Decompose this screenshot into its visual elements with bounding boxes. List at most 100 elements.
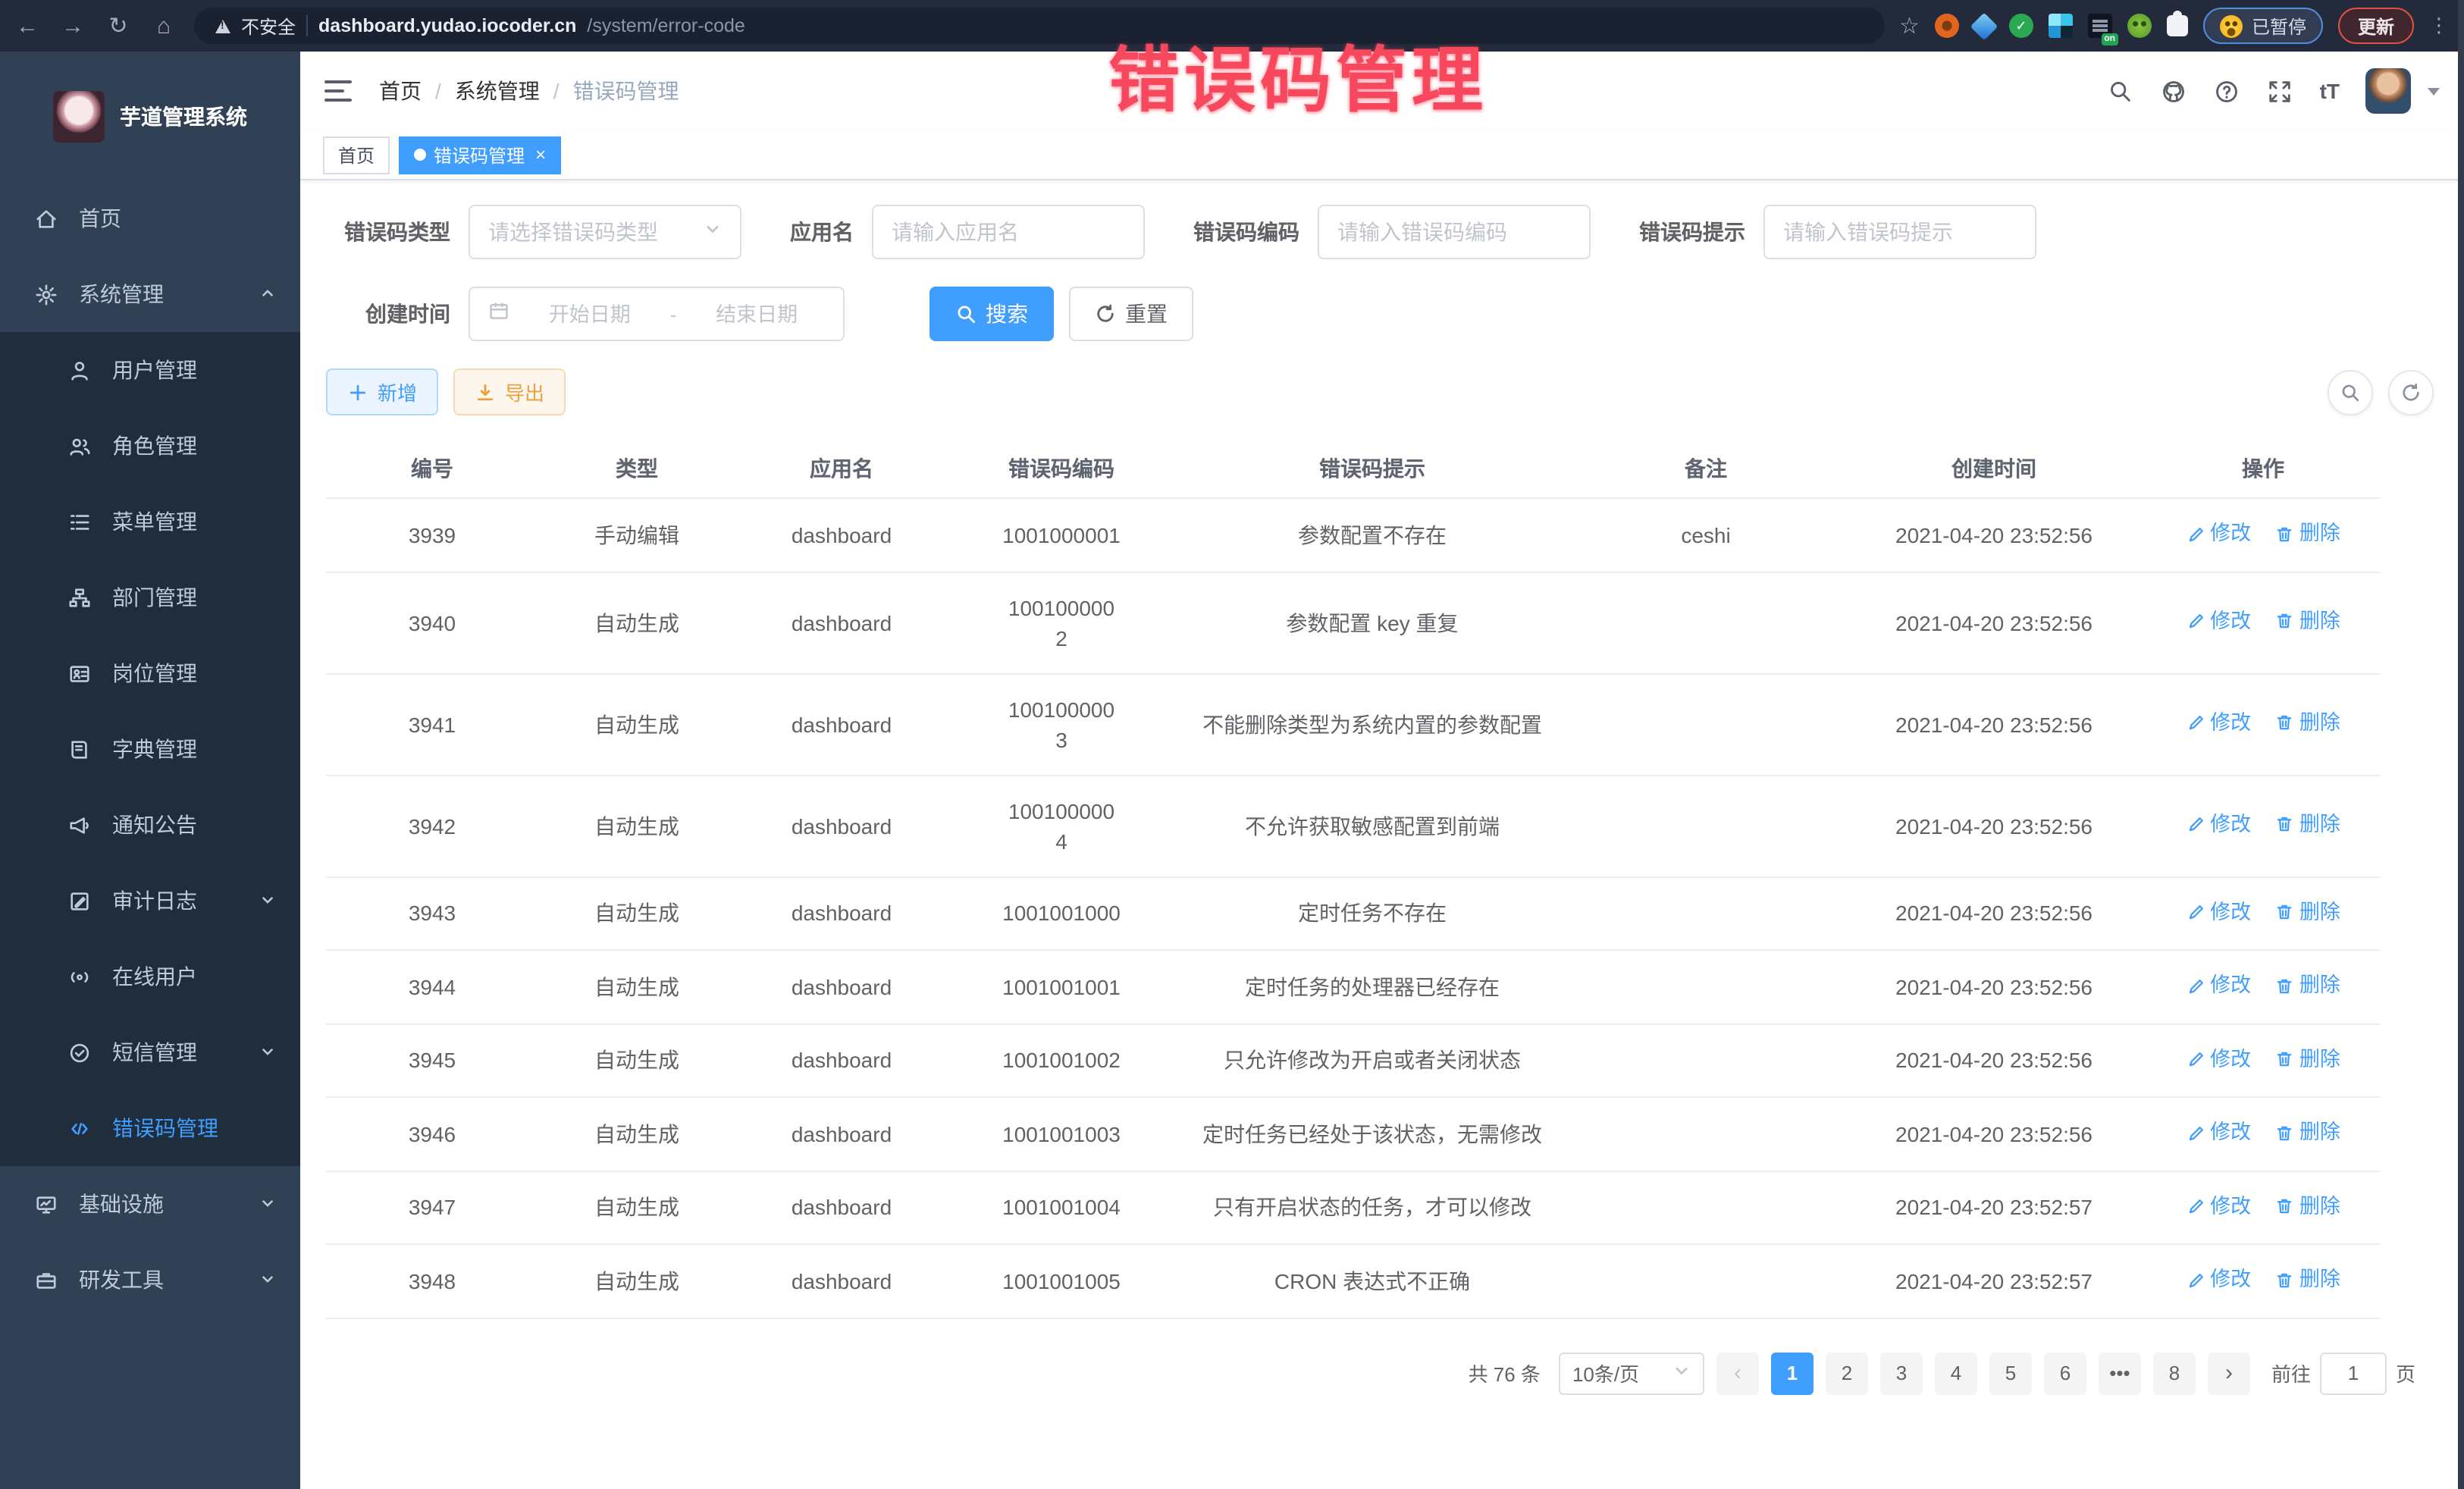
tag-error-code[interactable]: 错误码管理 × [399, 136, 561, 174]
delete-button[interactable]: 删除 [2275, 519, 2340, 549]
end-date-input[interactable] [688, 303, 825, 325]
url-bar[interactable]: 不安全 dashboard.yudao.iocoder.cn /system/e… [194, 8, 1884, 44]
tag-home[interactable]: 首页 [323, 136, 390, 174]
error-code-input[interactable] [1337, 220, 1571, 244]
sidebar-item-dept-mgmt[interactable]: 部门管理 [0, 560, 300, 635]
search-button[interactable]: 搜索 [929, 287, 1054, 341]
edit-button[interactable]: 修改 [2186, 810, 2251, 840]
close-icon[interactable]: × [535, 144, 546, 165]
extension-switch-icon[interactable]: on [2088, 14, 2112, 38]
menu-list-icon [67, 509, 91, 534]
font-size-control[interactable]: tT [2320, 79, 2340, 103]
sidebar-item-infrastructure[interactable]: 基础设施 [0, 1166, 300, 1242]
app-name-input[interactable] [892, 220, 1125, 244]
avatar-caret-icon[interactable] [2428, 87, 2440, 95]
page-button-8[interactable]: 8 [2153, 1352, 2196, 1394]
page-button-1[interactable]: 1 [1771, 1352, 1814, 1394]
page-button-3[interactable]: 3 [1880, 1352, 1923, 1394]
delete-button[interactable]: 删除 [2275, 1191, 2340, 1221]
toggle-search-button[interactable] [2328, 369, 2373, 415]
cell-actions: 修改 删除 [2146, 1171, 2381, 1243]
page-button-2[interactable]: 2 [1826, 1352, 1868, 1394]
export-button[interactable]: 导出 [453, 368, 566, 415]
error-hint-input[interactable] [1783, 220, 2017, 244]
extension-green-check-icon[interactable]: ✓ [2009, 14, 2033, 38]
page-ellipsis[interactable]: ••• [2099, 1352, 2141, 1394]
cell-type: 自动生成 [538, 588, 735, 657]
sidebar-item-sms-mgmt[interactable]: 短信管理 [0, 1014, 300, 1090]
page-button-4[interactable]: 4 [1935, 1352, 1977, 1394]
browser-back-icon[interactable]: ← [12, 13, 42, 39]
sidebar-item-role-mgmt[interactable]: 角色管理 [0, 408, 300, 484]
date-range-picker[interactable]: - [469, 287, 845, 341]
browser-forward-icon[interactable]: → [58, 13, 88, 39]
next-page-button[interactable]: › [2208, 1352, 2250, 1394]
edit-button[interactable]: 修改 [2186, 708, 2251, 738]
search-icon[interactable] [2108, 77, 2135, 105]
active-tag-dot [414, 149, 426, 161]
browser-reload-icon[interactable]: ↻ [103, 12, 133, 39]
start-date-input[interactable] [522, 303, 658, 325]
breadcrumb-home[interactable]: 首页 [379, 76, 422, 106]
sidebar-item-dict-mgmt[interactable]: 字典管理 [0, 711, 300, 787]
sidebar-item-dev-tools[interactable]: 研发工具 [0, 1242, 300, 1318]
reset-button[interactable]: 重置 [1069, 287, 1193, 341]
edit-button[interactable]: 修改 [2186, 607, 2251, 637]
page-button-5[interactable]: 5 [1989, 1352, 2032, 1394]
page-button-6[interactable]: 6 [2044, 1352, 2086, 1394]
edit-button[interactable]: 修改 [2186, 1191, 2251, 1221]
edit-button[interactable]: 修改 [2186, 1265, 2251, 1295]
delete-button[interactable]: 删除 [2275, 607, 2340, 637]
edit-button[interactable]: 修改 [2186, 897, 2251, 927]
extension-grid-icon[interactable] [2049, 14, 2073, 38]
sidebar-item-notice[interactable]: 通知公告 [0, 787, 300, 863]
sidebar-item-audit-log[interactable]: 审计日志 [0, 863, 300, 939]
sidebar-item-home[interactable]: 首页 [0, 180, 300, 256]
help-icon[interactable] [2214, 77, 2241, 105]
delete-button[interactable]: 删除 [2275, 1118, 2340, 1148]
delete-button[interactable]: 删除 [2275, 970, 2340, 1001]
sidebar-item-user-mgmt[interactable]: 用户管理 [0, 332, 300, 408]
delete-button[interactable]: 删除 [2275, 1265, 2340, 1295]
delete-button[interactable]: 删除 [2275, 708, 2340, 738]
avatar[interactable] [2365, 68, 2411, 114]
fullscreen-icon[interactable] [2267, 77, 2294, 105]
sidebar-item-online-user[interactable]: 在线用户 [0, 939, 300, 1014]
sidebar-item-system[interactable]: 系统管理 [0, 256, 300, 332]
edit-button[interactable]: 修改 [2186, 1044, 2251, 1074]
extension-orange-icon[interactable] [1935, 14, 1959, 38]
sidebar-item-post-mgmt[interactable]: 岗位管理 [0, 635, 300, 711]
sidebar-logo[interactable]: 芋道管理系统 [0, 52, 300, 180]
goto-page-input[interactable] [2320, 1352, 2387, 1394]
browser-home-icon[interactable]: ⌂ [149, 13, 179, 39]
add-button[interactable]: 新增 [326, 368, 438, 415]
github-icon[interactable] [2161, 77, 2188, 105]
extensions-puzzle-icon[interactable] [2167, 15, 2188, 36]
edit-button[interactable]: 修改 [2186, 519, 2251, 549]
prev-page-button[interactable]: ‹ [1716, 1352, 1759, 1394]
browser-scrollbar[interactable] [2458, 0, 2464, 1489]
table-header: 编号 类型 应用名 错误码编码 错误码提示 备注 创建时间 操作 [326, 440, 2381, 499]
delete-button[interactable]: 删除 [2275, 897, 2340, 927]
cell-app: dashboard [735, 1026, 948, 1096]
refresh-button[interactable] [2388, 369, 2434, 415]
error-type-select[interactable]: 请选择错误码类型 [469, 205, 741, 259]
browser-menu-icon[interactable]: ⋮ [2429, 14, 2449, 38]
bookmark-star-icon[interactable]: ☆ [1899, 12, 1920, 39]
cell-time: 2021-04-20 23:52:57 [1842, 1246, 2146, 1316]
extension-frog-icon[interactable] [2127, 14, 2152, 38]
edit-button[interactable]: 修改 [2186, 1118, 2251, 1148]
page-size-select[interactable]: 10条/页 [1559, 1352, 1704, 1394]
delete-button[interactable]: 删除 [2275, 1044, 2340, 1074]
breadcrumb-system[interactable]: 系统管理 [455, 76, 540, 106]
edit-button[interactable]: 修改 [2186, 970, 2251, 1001]
toolbar-right-icons [2328, 369, 2434, 415]
extension-paused-badge[interactable]: 已暂停 [2203, 8, 2323, 44]
cell-app: dashboard [735, 1099, 948, 1169]
sidebar-item-menu-mgmt[interactable]: 菜单管理 [0, 484, 300, 560]
browser-update-button[interactable]: 更新 [2338, 8, 2414, 44]
delete-button[interactable]: 删除 [2275, 810, 2340, 840]
hamburger-icon[interactable] [324, 80, 352, 102]
sidebar-item-error-code[interactable]: 错误码管理 [0, 1090, 300, 1166]
extension-gem-icon[interactable] [1970, 12, 1998, 40]
